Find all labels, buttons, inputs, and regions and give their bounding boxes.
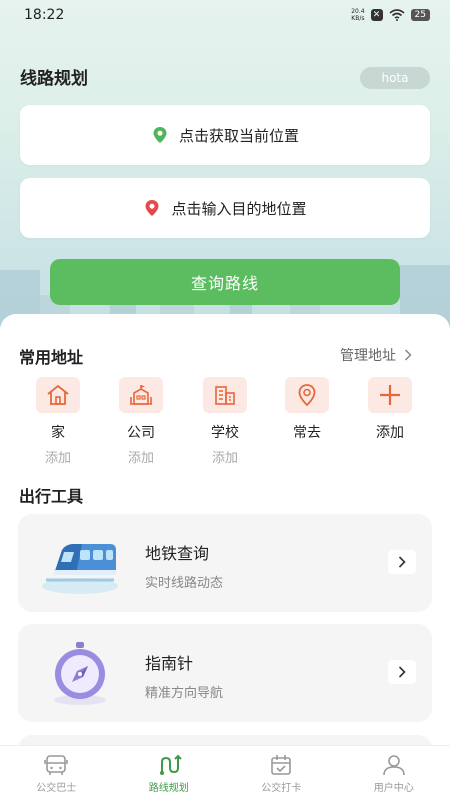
manage-address-link[interactable]: 管理地址: [340, 345, 412, 365]
address-label: 家: [51, 425, 65, 441]
address-sub: 添加: [211, 451, 238, 466]
tab-label: 公交打卡: [261, 782, 302, 794]
subway-train-icon: [42, 544, 118, 594]
address-sub: 添加: [127, 451, 154, 466]
address-sub: 添加: [44, 451, 71, 466]
current-location-card[interactable]: 点击获取当前位置: [20, 105, 430, 165]
user-icon: [382, 754, 405, 775]
school-building-icon: [215, 386, 235, 405]
chevron-right-icon: [404, 349, 412, 361]
chevron-right-icon: [398, 666, 406, 678]
tab-label: 公交巴士: [36, 782, 77, 794]
compass-icon: [54, 642, 106, 705]
calendar-checkin-icon: [271, 754, 292, 775]
bus-icon: [44, 754, 69, 775]
address-item-add[interactable]: 添加: [360, 377, 420, 447]
tool-card-compass[interactable]: 指南针 精准方向导航: [18, 624, 432, 722]
tab-user-center[interactable]: 用户中心: [338, 746, 450, 800]
tool-arrow-button[interactable]: [388, 660, 416, 684]
tool-name: 地铁查询: [145, 544, 210, 563]
green-location-pin-icon: [153, 127, 167, 143]
destination-label: 点击输入目的地位置: [171, 199, 307, 218]
battery-indicator: 25: [410, 9, 430, 21]
tab-label: 路线规划: [148, 782, 189, 794]
house-icon: [47, 384, 69, 405]
tab-bus-checkin[interactable]: 公交打卡: [225, 746, 338, 800]
tab-label: 用户中心: [373, 782, 414, 794]
location-pin-icon: [298, 384, 316, 407]
manage-address-label: 管理地址: [340, 348, 396, 364]
notification-icon: ✕: [370, 9, 383, 21]
address-label: 常去: [293, 425, 321, 441]
user-pill[interactable]: hota: [360, 67, 430, 89]
chevron-right-icon: [398, 556, 406, 568]
destination-card[interactable]: 点击输入目的地位置: [20, 178, 430, 238]
query-route-button[interactable]: 查询路线: [50, 259, 400, 305]
address-item-school[interactable]: 学校 添加: [195, 377, 255, 466]
tab-route-planning[interactable]: 路线规划: [113, 746, 226, 800]
tool-desc: 精准方向导航: [145, 686, 224, 701]
address-item-frequent[interactable]: 常去: [277, 377, 337, 447]
company-icon: [130, 385, 152, 405]
red-location-pin-icon: [145, 200, 159, 216]
wifi-icon: [389, 9, 405, 21]
plus-icon: [380, 385, 400, 405]
bottom-tab-bar: 公交巴士 路线规划 公交打卡 用户中心: [0, 745, 450, 800]
tool-card-subway[interactable]: 地铁查询 实时线路动态: [18, 514, 432, 612]
common-address-title: 常用地址: [19, 348, 84, 367]
address-label: 学校: [211, 425, 239, 441]
address-item-home[interactable]: 家 添加: [28, 377, 88, 466]
net-speed: 20.4 KB/s: [351, 8, 365, 22]
current-location-label: 点击获取当前位置: [178, 126, 299, 145]
tool-desc: 实时线路动态: [145, 576, 224, 591]
status-time: 18:22: [24, 7, 65, 23]
status-bar: 18:22 20.4 KB/s ✕ 25: [0, 0, 450, 30]
page-title: 线路规划: [20, 69, 88, 89]
tool-arrow-button[interactable]: [388, 550, 416, 574]
tab-bus[interactable]: 公交巴士: [0, 746, 113, 800]
address-label: 添加: [376, 425, 404, 441]
route-icon: [159, 754, 182, 775]
address-label: 公司: [127, 425, 155, 441]
tool-name: 指南针: [145, 654, 194, 673]
tools-title: 出行工具: [19, 487, 84, 506]
address-item-company[interactable]: 公司 添加: [111, 377, 171, 466]
